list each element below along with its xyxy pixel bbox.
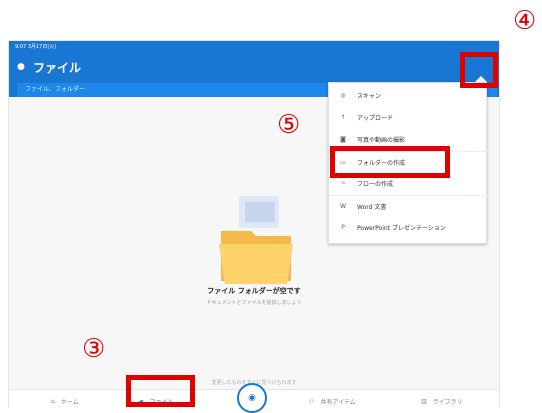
- menu-item-label: 写真や動画の撮影: [357, 136, 406, 144]
- nav-home[interactable]: ⌂ ホーム: [51, 395, 79, 407]
- annotation-4: ④: [513, 6, 537, 36]
- menu-item-word[interactable]: W Word 文書: [329, 195, 494, 216]
- add-button[interactable]: +: [462, 16, 488, 42]
- nav-home-label: ホーム: [60, 398, 79, 406]
- page-title: ファイル: [33, 61, 82, 75]
- menu-item-label: Word 文書: [357, 203, 387, 211]
- empty-state-title: ファイル フォルダーが空です: [207, 287, 301, 295]
- camera-icon: ◉: [248, 393, 256, 403]
- nav-library-label: ライブラリ: [432, 398, 463, 406]
- nav-shared[interactable]: ⚇ 共有アイテム: [309, 395, 356, 407]
- upload-icon: ↑: [340, 113, 346, 121]
- flow-icon: ⤷: [341, 179, 345, 186]
- menu-item-label: フローの作成: [357, 180, 394, 188]
- annotation-3: ③: [82, 334, 106, 364]
- bottom-nav: ⌂ ホーム ▰ ファイル ◉ ⚇ 共有アイテム ▥ ライブラリ: [9, 383, 499, 413]
- annotation-5: ⑤: [277, 110, 301, 140]
- menu-item-scan[interactable]: ◎ スキャン: [329, 85, 494, 105]
- empty-folder-illustration: [219, 196, 293, 284]
- empty-state-subtitle: ドキュメントとファイルを追加しましょう: [206, 300, 302, 306]
- scan-icon: ◎: [340, 91, 346, 99]
- nav-shared-label: 共有アイテム: [320, 398, 356, 406]
- menu-item-powerpoint[interactable]: P PowerPoint プレゼンテーション: [329, 217, 494, 237]
- menu-item-label: アップロード: [357, 114, 394, 122]
- camera-icon: ◙: [340, 135, 346, 143]
- library-icon: ▥: [421, 397, 427, 405]
- header-bar: ● ファイル: [9, 53, 499, 81]
- menu-item-label: PowerPoint プレゼンテーション: [357, 224, 446, 232]
- powerpoint-icon: P: [341, 223, 345, 231]
- menu-item-label: スキャン: [357, 92, 382, 100]
- status-time: 9:07 3月17日(火): [15, 44, 57, 50]
- nav-library[interactable]: ▥ ライブラリ: [421, 395, 463, 407]
- menu-item-upload[interactable]: ↑ アップロード: [329, 107, 494, 127]
- camera-button[interactable]: ◉: [237, 383, 267, 413]
- plus-icon: +: [469, 21, 481, 37]
- status-bar: 9:07 3月17日(火): [9, 41, 499, 53]
- word-icon: W: [340, 202, 346, 210]
- highlight-add-button: [460, 52, 498, 88]
- highlight-create-folder: [330, 146, 450, 178]
- account-icon[interactable]: ●: [17, 62, 27, 72]
- highlight-files-tab: [126, 375, 195, 407]
- home-icon: ⌂: [51, 397, 55, 405]
- shared-icon: ⚇: [309, 397, 315, 405]
